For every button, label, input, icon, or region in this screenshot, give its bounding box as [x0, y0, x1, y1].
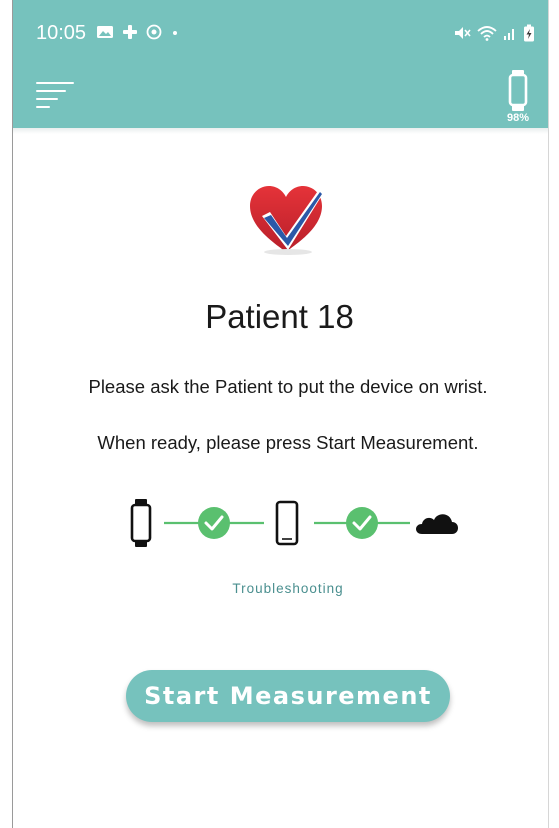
- troubleshooting-link[interactable]: Troubleshooting: [0, 581, 559, 596]
- status-time: 10:05: [36, 22, 87, 44]
- device-status-button[interactable]: 98%: [498, 70, 538, 124]
- gallery-icon: [97, 26, 113, 38]
- connection-status: [130, 499, 458, 547]
- header-shadow: [13, 128, 548, 134]
- patient-title: Patient 18: [205, 298, 354, 335]
- plus-icon: [123, 25, 137, 39]
- start-measurement-button[interactable]: Start Measurement: [126, 670, 450, 722]
- frame-right-border: [548, 0, 549, 828]
- smartwatch-icon: [130, 499, 152, 547]
- instruction-line-2: When ready, please press Start Measureme…: [97, 432, 479, 453]
- dot-icon: [173, 31, 177, 35]
- link-2: [314, 507, 410, 539]
- mute-icon: [455, 27, 471, 39]
- status-icons-left: [96, 24, 180, 40]
- cloud-icon: [416, 514, 458, 534]
- target-icon: [146, 24, 162, 40]
- device-battery-level: 98%: [506, 112, 530, 124]
- wifi-icon: [477, 26, 497, 41]
- status-icons-right: [453, 24, 535, 42]
- hamburger-menu-icon[interactable]: [36, 82, 76, 108]
- check-circle-icon: [198, 507, 230, 539]
- battery-charging-icon: [524, 24, 534, 42]
- check-circle-icon: [346, 507, 378, 539]
- link-1: [164, 507, 264, 539]
- signal-icon: [504, 29, 514, 40]
- smartphone-icon: [275, 500, 299, 546]
- instruction-line-1: Please ask the Patient to put the device…: [88, 376, 488, 397]
- heart-checkmark-icon: [250, 186, 324, 255]
- smartwatch-icon: [508, 70, 528, 111]
- app-header: [13, 0, 548, 128]
